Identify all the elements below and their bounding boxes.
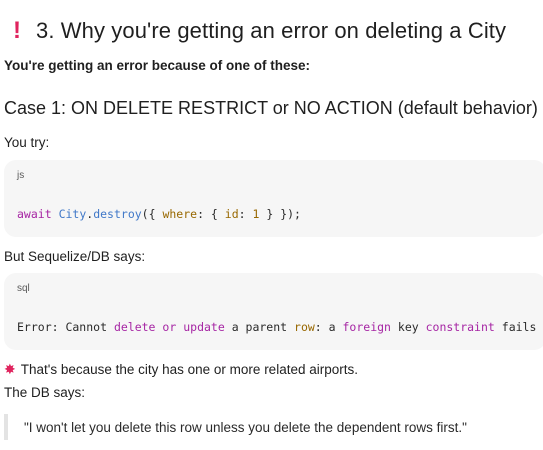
explanation-text: That's because the city has one or more … [20,362,358,377]
exclamation-icon: ! [12,17,22,44]
explanation-line: ✸ That's because the city has one or mor… [4,361,358,378]
db-says-label: But Sequelize/DB says: [4,249,146,264]
sql-code[interactable]: Error: Cannot delete or update a parent … [17,320,536,334]
code-language-label: sql [17,283,30,294]
js-code[interactable]: await City.destroy({ where: { id: 1 } })… [17,207,301,221]
collision-icon: ✸ [4,361,16,377]
js-code-block[interactable]: js await City.destroy({ where: { id: 1 }… [4,160,543,237]
db-says-2: The DB says: [4,385,86,400]
you-try-label: You try: [4,135,50,150]
section-heading: ! 3. Why you're getting an error on dele… [8,16,506,46]
section-title: 3. Why you're getting an error on deleti… [36,18,507,43]
sql-code-block[interactable]: sql Error: Cannot delete or update a par… [4,273,543,350]
quote-text: "I won't let you delete this row unless … [24,419,467,435]
blockquote: "I won't let you delete this row unless … [4,414,467,440]
code-language-label: js [17,170,25,181]
intro-text: You're getting an error because of one o… [4,58,311,73]
case1-heading: Case 1: ON DELETE RESTRICT or NO ACTION … [4,98,538,118]
